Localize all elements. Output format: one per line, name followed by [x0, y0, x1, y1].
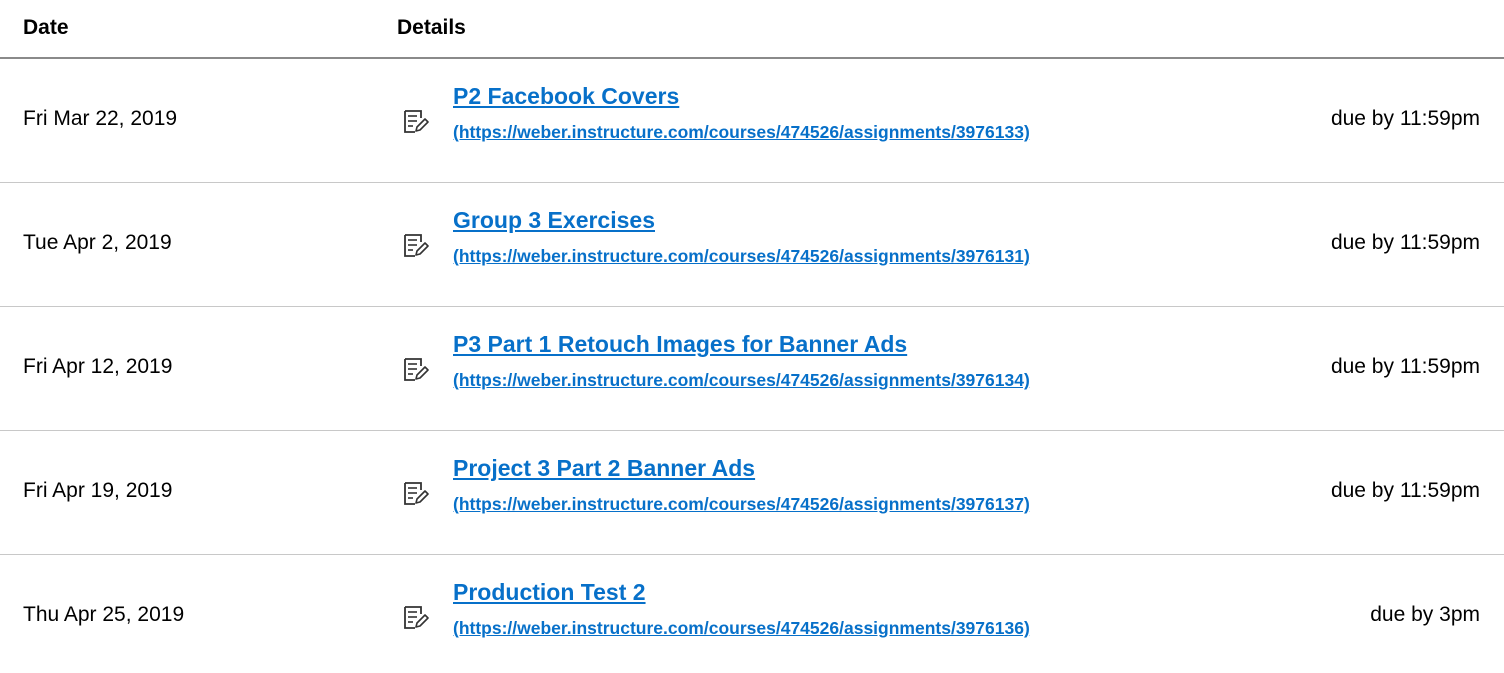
due-time: due by 11:59pm [1330, 355, 1480, 378]
row-date: Tue Apr 2, 2019 [23, 231, 172, 254]
due-time: due by 11:59pm [1330, 479, 1480, 502]
row-date: Fri Apr 12, 2019 [23, 355, 173, 378]
assignment-title-link[interactable]: P3 Part 1 Retouch Images for Banner Ads [453, 331, 907, 358]
table-row: Fri Apr 19, 2019 Project 3 Part 2 Banner… [0, 431, 1504, 555]
syllabus-table: Date Details Fri Mar 22, 2019 P2 Faceboo… [0, 0, 1504, 673]
due-time: due by 11:59pm [1330, 231, 1480, 254]
assignment-icon [404, 110, 429, 133]
assignment-icon [404, 606, 429, 629]
date-column-header: Date [23, 16, 69, 39]
assignment-title-link[interactable]: Project 3 Part 2 Banner Ads [453, 455, 755, 482]
due-time: due by 11:59pm [1330, 107, 1480, 130]
assignment-url-link[interactable]: (https://weber.instructure.com/courses/4… [453, 122, 1030, 143]
assignment-url-link[interactable]: (https://weber.instructure.com/courses/4… [453, 494, 1030, 515]
table-row: Fri Mar 22, 2019 P2 Facebook Covers (htt… [0, 59, 1504, 183]
row-date: Fri Apr 19, 2019 [23, 479, 173, 502]
table-header: Date Details [0, 0, 1504, 59]
assignment-icon [404, 482, 429, 505]
table-row: Tue Apr 2, 2019 Group 3 Exercises (https… [0, 183, 1504, 307]
assignment-title-link[interactable]: Production Test 2 [453, 579, 646, 606]
assignment-url-link[interactable]: (https://weber.instructure.com/courses/4… [453, 370, 1030, 391]
assignment-url-link[interactable]: (https://weber.instructure.com/courses/4… [453, 246, 1030, 267]
due-time: due by 3pm [1370, 603, 1480, 626]
row-date: Thu Apr 25, 2019 [23, 603, 185, 626]
table-row: Fri Apr 12, 2019 P3 Part 1 Retouch Image… [0, 307, 1504, 431]
details-column-header: Details [397, 16, 466, 39]
assignment-icon [404, 358, 429, 381]
assignment-title-link[interactable]: P2 Facebook Covers [453, 83, 679, 110]
table-row: Thu Apr 25, 2019 Production Test 2 (http… [0, 555, 1504, 673]
assignment-title-link[interactable]: Group 3 Exercises [453, 207, 655, 234]
assignment-icon [404, 234, 429, 257]
row-date: Fri Mar 22, 2019 [23, 107, 178, 130]
assignment-url-link[interactable]: (https://weber.instructure.com/courses/4… [453, 618, 1030, 639]
